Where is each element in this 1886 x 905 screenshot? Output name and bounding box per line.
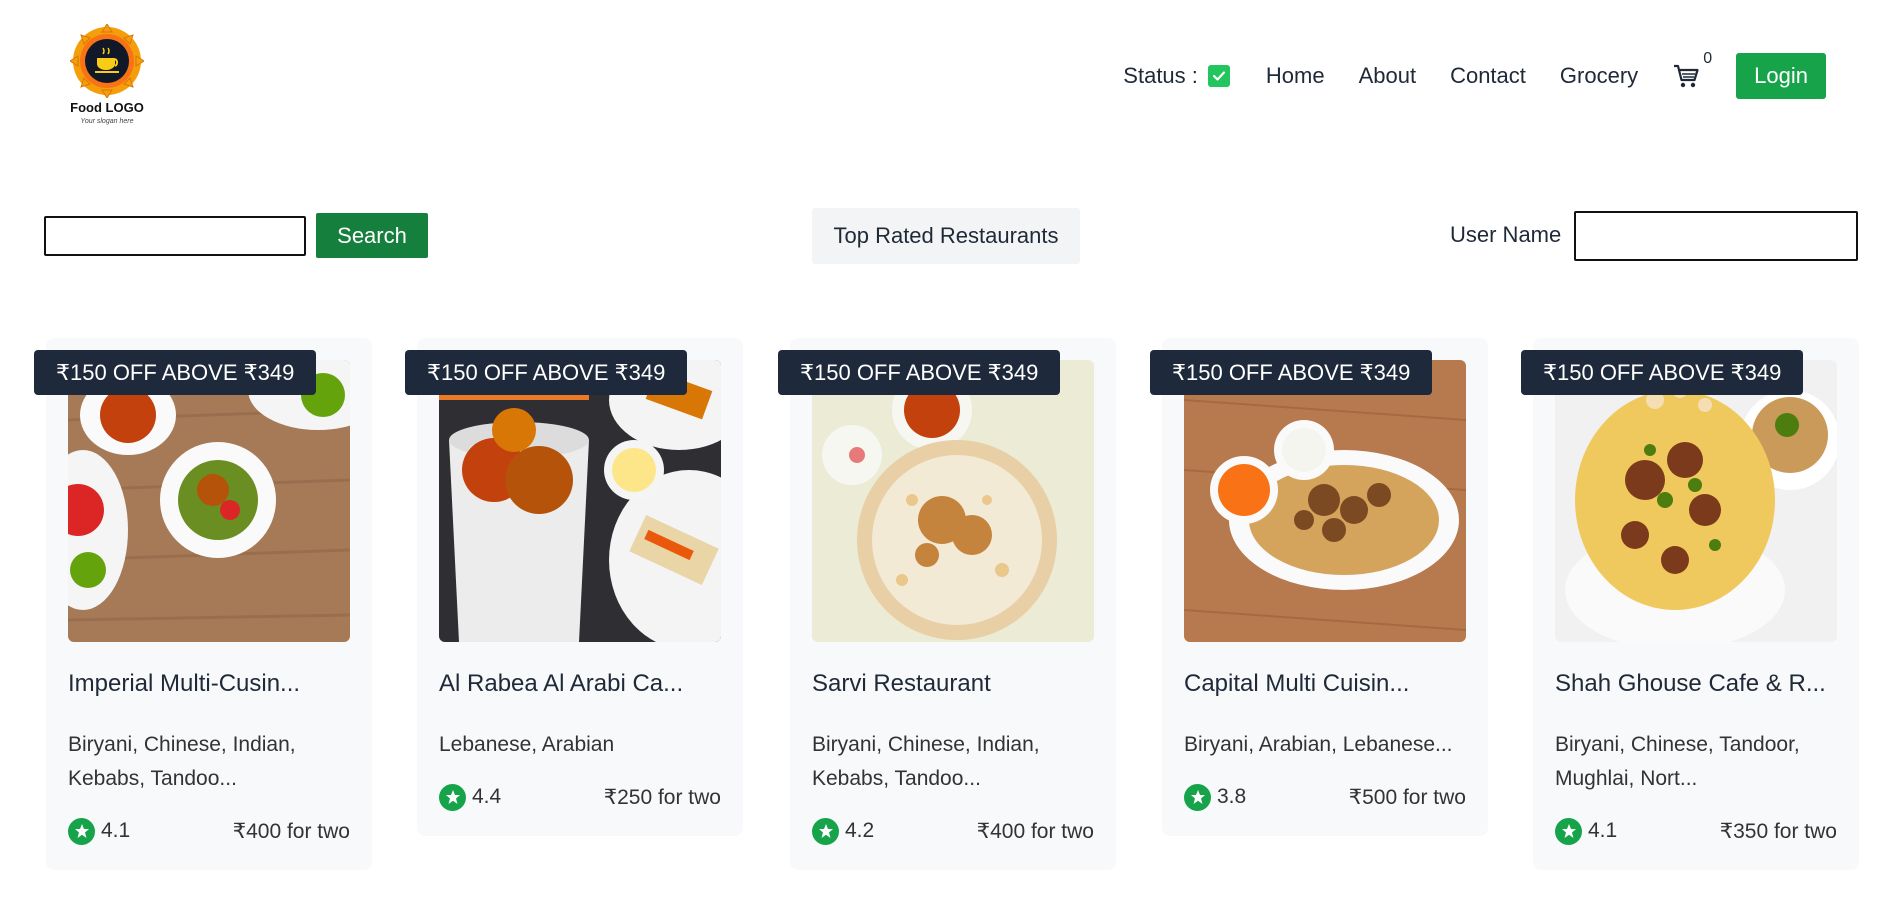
offer-badge: ₹150 OFF ABOVE ₹349 bbox=[778, 350, 1061, 395]
cost-for-two: ₹500 for two bbox=[1348, 785, 1466, 809]
restaurant-name: Al Rabea Al Arabi Ca... bbox=[439, 670, 684, 697]
restaurant-name: Shah Ghouse Cafe & R... bbox=[1555, 670, 1826, 697]
rating-value: 4.1 bbox=[101, 819, 131, 842]
nav-grocery-link[interactable]: Grocery bbox=[1560, 63, 1638, 89]
cost-for-two: ₹400 for two bbox=[976, 819, 1094, 843]
user-name-input[interactable] bbox=[1574, 211, 1858, 261]
star-icon bbox=[1555, 817, 1582, 845]
user-name-label: User Name bbox=[1450, 222, 1562, 247]
restaurant-image bbox=[68, 360, 350, 642]
cost-for-two: ₹400 for two bbox=[232, 819, 350, 843]
check-icon bbox=[1212, 71, 1225, 81]
rating-value: 4.4 bbox=[472, 785, 502, 808]
restaurant-name: Sarvi Restaurant bbox=[812, 670, 991, 697]
restaurant-card[interactable]: ₹150 OFF ABOVE ₹349 Al Rabea Al Arabi Ca… bbox=[405, 338, 743, 836]
offer-badge: ₹150 OFF ABOVE ₹349 bbox=[34, 350, 317, 395]
restaurant-image bbox=[1555, 360, 1837, 642]
restaurant-cuisines: Biryani, Chinese, Tandoor, Mughlai, Nort… bbox=[1555, 733, 1800, 790]
restaurant-cuisines: Lebanese, Arabian bbox=[439, 733, 615, 756]
card-footer: 3.8 ₹500 for two bbox=[1184, 782, 1466, 812]
rating-value: 4.1 bbox=[1588, 819, 1618, 842]
restaurant-cuisines: Biryani, Chinese, Indian, Kebabs, Tandoo… bbox=[812, 733, 1040, 790]
card-footer: 4.1 ₹400 for two bbox=[68, 816, 350, 846]
rating: 4.4 bbox=[439, 783, 502, 811]
cart-button[interactable]: 0 bbox=[1672, 50, 1712, 90]
logo-badge-icon bbox=[70, 24, 144, 98]
card-footer: 4.2 ₹400 for two bbox=[812, 816, 1094, 846]
restaurant-card[interactable]: ₹150 OFF ABOVE ₹349 Sarvi Restaurant Bir… bbox=[778, 338, 1116, 870]
restaurant-card[interactable]: ₹150 OFF ABOVE ₹349 Imperial Multi-Cusin… bbox=[34, 338, 372, 870]
restaurant-image bbox=[812, 360, 1094, 642]
nav-home-link[interactable]: Home bbox=[1266, 63, 1325, 89]
rating: 4.2 bbox=[812, 817, 875, 845]
rating: 3.8 bbox=[1184, 783, 1247, 811]
rating: 4.1 bbox=[1555, 817, 1618, 845]
logo-title: Food LOGO bbox=[70, 100, 144, 115]
top-rated-filter-button[interactable]: Top Rated Restaurants bbox=[812, 208, 1080, 264]
cost-for-two: ₹350 for two bbox=[1719, 819, 1837, 843]
star-icon bbox=[439, 783, 466, 811]
restaurant-image bbox=[439, 360, 721, 642]
cart-icon bbox=[1674, 64, 1699, 88]
restaurant-cuisines: Biryani, Chinese, Indian, Kebabs, Tandoo… bbox=[68, 733, 296, 790]
offer-badge: ₹150 OFF ABOVE ₹349 bbox=[1521, 350, 1804, 395]
rating-value: 3.8 bbox=[1217, 785, 1247, 808]
online-status: Status : bbox=[1123, 63, 1230, 89]
offer-badge: ₹150 OFF ABOVE ₹349 bbox=[405, 350, 688, 395]
search-input[interactable] bbox=[44, 216, 306, 256]
nav-bar: Status : Home About Contact Grocery 0 Lo… bbox=[1123, 50, 1826, 100]
cost-for-two: ₹250 for two bbox=[603, 785, 721, 809]
cart-count: 0 bbox=[1703, 50, 1713, 67]
header: Food LOGO Your slogan here Status : Home… bbox=[0, 0, 1886, 150]
star-icon bbox=[1184, 783, 1211, 811]
restaurant-image bbox=[1184, 360, 1466, 642]
card-footer: 4.4 ₹250 for two bbox=[439, 782, 721, 812]
login-button[interactable]: Login bbox=[1736, 53, 1826, 99]
restaurant-card[interactable]: ₹150 OFF ABOVE ₹349 Capital Multi Cuisin… bbox=[1150, 338, 1488, 836]
logo-slogan: Your slogan here bbox=[80, 118, 134, 125]
search-button[interactable]: Search bbox=[316, 213, 428, 258]
offer-badge: ₹150 OFF ABOVE ₹349 bbox=[1150, 350, 1433, 395]
nav-contact-link[interactable]: Contact bbox=[1450, 63, 1526, 89]
restaurant-name: Imperial Multi-Cusin... bbox=[68, 670, 301, 697]
card-footer: 4.1 ₹350 for two bbox=[1555, 816, 1837, 846]
restaurant-card[interactable]: ₹150 OFF ABOVE ₹349 Shah Ghouse Cafe & R… bbox=[1521, 338, 1859, 870]
rating-value: 4.2 bbox=[845, 819, 875, 842]
nav-about-link[interactable]: About bbox=[1359, 63, 1417, 89]
restaurant-cuisines: Biryani, Arabian, Lebanese... bbox=[1184, 733, 1453, 756]
logo[interactable]: Food LOGO Your slogan here bbox=[62, 20, 152, 132]
rating: 4.1 bbox=[68, 817, 131, 845]
star-icon bbox=[68, 817, 95, 845]
status-label: Status : bbox=[1123, 63, 1198, 88]
star-icon bbox=[812, 817, 839, 845]
status-checkbox[interactable] bbox=[1207, 65, 1230, 87]
restaurant-name: Capital Multi Cuisin... bbox=[1184, 670, 1410, 697]
